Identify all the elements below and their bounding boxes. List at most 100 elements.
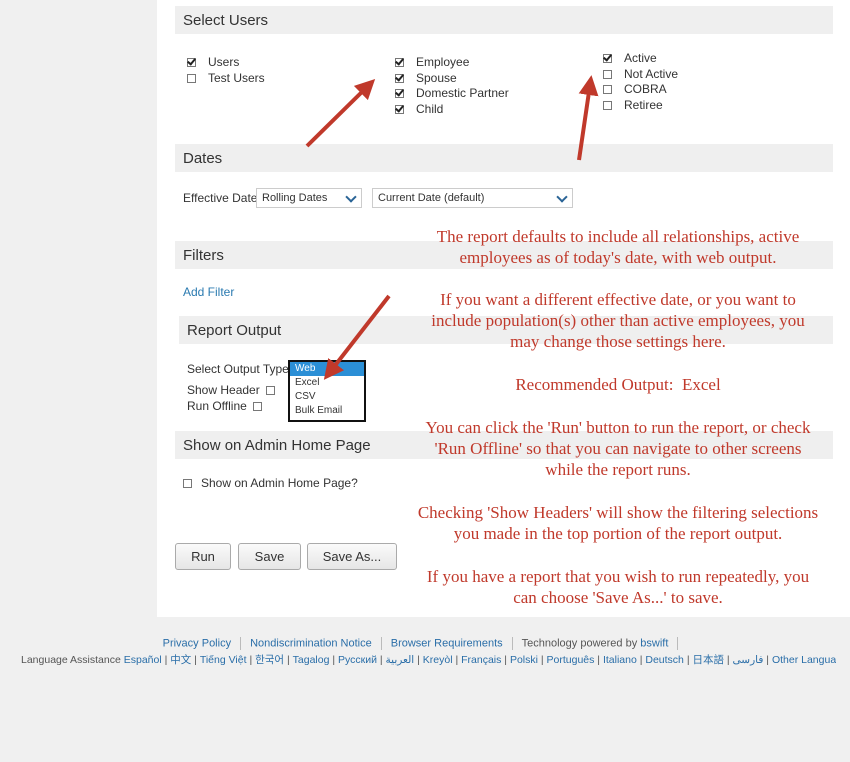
language-link[interactable]: Tiếng Việt	[200, 654, 247, 666]
output-type-listbox[interactable]: Web Excel CSV Bulk Email	[288, 360, 366, 422]
checkbox-label: Users	[208, 55, 240, 69]
checkbox-child[interactable]: Child	[395, 102, 443, 116]
checkbox-label: Show Header	[187, 383, 260, 397]
save-as-button[interactable]: Save As...	[307, 543, 397, 570]
checkbox[interactable]	[395, 104, 404, 114]
annotation-line: If you want a different effective date, …	[440, 290, 796, 309]
annotation-line: while the report runs.	[545, 460, 691, 479]
checkbox-label: Test Users	[208, 71, 265, 85]
language-link[interactable]: Português	[547, 654, 595, 666]
save-button[interactable]: Save	[238, 543, 301, 570]
checkbox[interactable]	[187, 57, 196, 67]
checkbox-users[interactable]: Users	[187, 55, 239, 69]
checkbox-label: Not Active	[624, 67, 679, 81]
show-on-admin-home-option[interactable]: Show on Admin Home Page?	[183, 476, 358, 490]
checkbox-label: Active	[624, 51, 657, 65]
checkbox-label: Domestic Partner	[416, 86, 509, 100]
checkbox-test-users[interactable]: Test Users	[187, 71, 265, 85]
annotation-line: include population(s) other than active …	[431, 311, 805, 330]
select-value: Current Date (default)	[378, 192, 485, 204]
language-link[interactable]: العربية	[386, 654, 415, 666]
select-value: Rolling Dates	[262, 192, 328, 204]
language-link[interactable]: 한국어	[255, 654, 284, 666]
checkbox[interactable]	[395, 57, 404, 67]
run-button[interactable]: Run	[175, 543, 231, 570]
annotation-defaults: The report defaults to include all relat…	[400, 226, 836, 268]
language-link[interactable]: Other Languages...	[772, 654, 836, 666]
effective-date-label: Effective Date	[183, 191, 258, 205]
annotation-line: you made in the top portion of the repor…	[453, 524, 783, 543]
language-link[interactable]: Русский	[338, 654, 377, 666]
show-header-option[interactable]: Show Header	[187, 383, 287, 397]
bswift-link[interactable]: bswift	[640, 637, 668, 649]
language-link[interactable]: Español	[124, 654, 162, 666]
browser-requirements-link[interactable]: Browser Requirements	[391, 637, 503, 649]
annotation-save-as: If you have a report that you wish to ru…	[400, 566, 836, 608]
annotation-line: may change those settings here.	[510, 332, 726, 351]
output-option-web[interactable]: Web	[290, 362, 364, 376]
run-offline-checkbox[interactable]	[252, 401, 262, 411]
checkbox-domestic-partner[interactable]: Domestic Partner	[395, 86, 509, 100]
footer-links: Privacy Policy Nondiscrimination Notice Br…	[0, 637, 850, 650]
checkbox[interactable]	[187, 73, 196, 83]
left-gutter	[0, 0, 157, 617]
run-offline-option[interactable]: Run Offline	[187, 399, 274, 413]
output-option-bulk-email[interactable]: Bulk Email	[290, 404, 364, 418]
divider	[511, 637, 513, 650]
annotation-line: Recommended Output: Excel	[515, 375, 721, 394]
language-link[interactable]: Kreyòl	[423, 654, 453, 666]
checkbox-employee[interactable]: Employee	[395, 55, 469, 69]
checkbox-not-active[interactable]: Not Active	[603, 67, 678, 81]
checkbox-label: Spouse	[416, 71, 457, 85]
checkbox-label: Run Offline	[187, 399, 247, 413]
language-link[interactable]: Tagalog	[293, 654, 330, 666]
checkbox-label: COBRA	[624, 82, 667, 96]
annotation-line: 'Run Offline' so that you can navigate t…	[434, 439, 802, 458]
section-title: Filters	[183, 247, 224, 264]
checkbox[interactable]	[183, 478, 192, 488]
annotation-run-offline: You can click the 'Run' button to run th…	[400, 417, 836, 480]
add-filter-link[interactable]: Add Filter	[183, 285, 234, 299]
nondiscrimination-link[interactable]: Nondiscrimination Notice	[250, 637, 372, 649]
annotation-line: If you have a report that you wish to ru…	[426, 567, 810, 586]
privacy-policy-link[interactable]: Privacy Policy	[163, 637, 231, 649]
section-select-users: Select Users	[175, 6, 833, 34]
language-link[interactable]: Français	[461, 654, 501, 666]
checkbox[interactable]	[603, 84, 612, 94]
checkbox-spouse[interactable]: Spouse	[395, 71, 457, 85]
output-option-csv[interactable]: CSV	[290, 390, 364, 404]
section-title: Report Output	[187, 322, 282, 339]
checkbox-label: Retiree	[624, 98, 663, 112]
language-link[interactable]: 中文	[170, 654, 191, 666]
effective-date-select[interactable]: Current Date (default)	[372, 188, 573, 208]
checkbox-label: Show on Admin Home Page?	[201, 476, 358, 490]
divider	[240, 637, 242, 650]
chevron-down-icon	[345, 191, 357, 203]
language-link[interactable]: Polski	[510, 654, 538, 666]
output-option-excel[interactable]: Excel	[290, 376, 364, 390]
date-mode-select[interactable]: Rolling Dates	[256, 188, 362, 208]
checkbox-retiree[interactable]: Retiree	[603, 98, 663, 112]
checkbox-label: Child	[416, 102, 444, 116]
checkbox[interactable]	[395, 73, 404, 83]
language-assistance-label: Language Assistance	[21, 654, 121, 666]
checkbox[interactable]	[603, 100, 612, 110]
language-link[interactable]: فارسی	[733, 654, 764, 666]
checkbox[interactable]	[395, 88, 404, 98]
checkbox[interactable]	[603, 69, 612, 79]
section-title: Select Users	[183, 12, 269, 29]
language-link[interactable]: Deutsch	[645, 654, 684, 666]
language-link[interactable]: 日本語	[692, 654, 724, 666]
divider	[380, 637, 382, 650]
chevron-down-icon	[556, 191, 568, 203]
checkbox-cobra[interactable]: COBRA	[603, 82, 667, 96]
checkbox[interactable]	[603, 53, 612, 63]
select-output-type-label: Select Output Type	[187, 362, 289, 376]
section-dates: Dates	[175, 144, 833, 172]
annotation-line: You can click the 'Run' button to run th…	[425, 418, 811, 437]
language-link[interactable]: Italiano	[603, 654, 637, 666]
checkbox-active[interactable]: Active	[603, 51, 657, 65]
language-assistance-bar: Language Assistance Español | 中文 | Tiếng…	[21, 652, 836, 667]
checkbox-label: Employee	[416, 55, 470, 69]
show-header-checkbox[interactable]	[265, 385, 275, 395]
